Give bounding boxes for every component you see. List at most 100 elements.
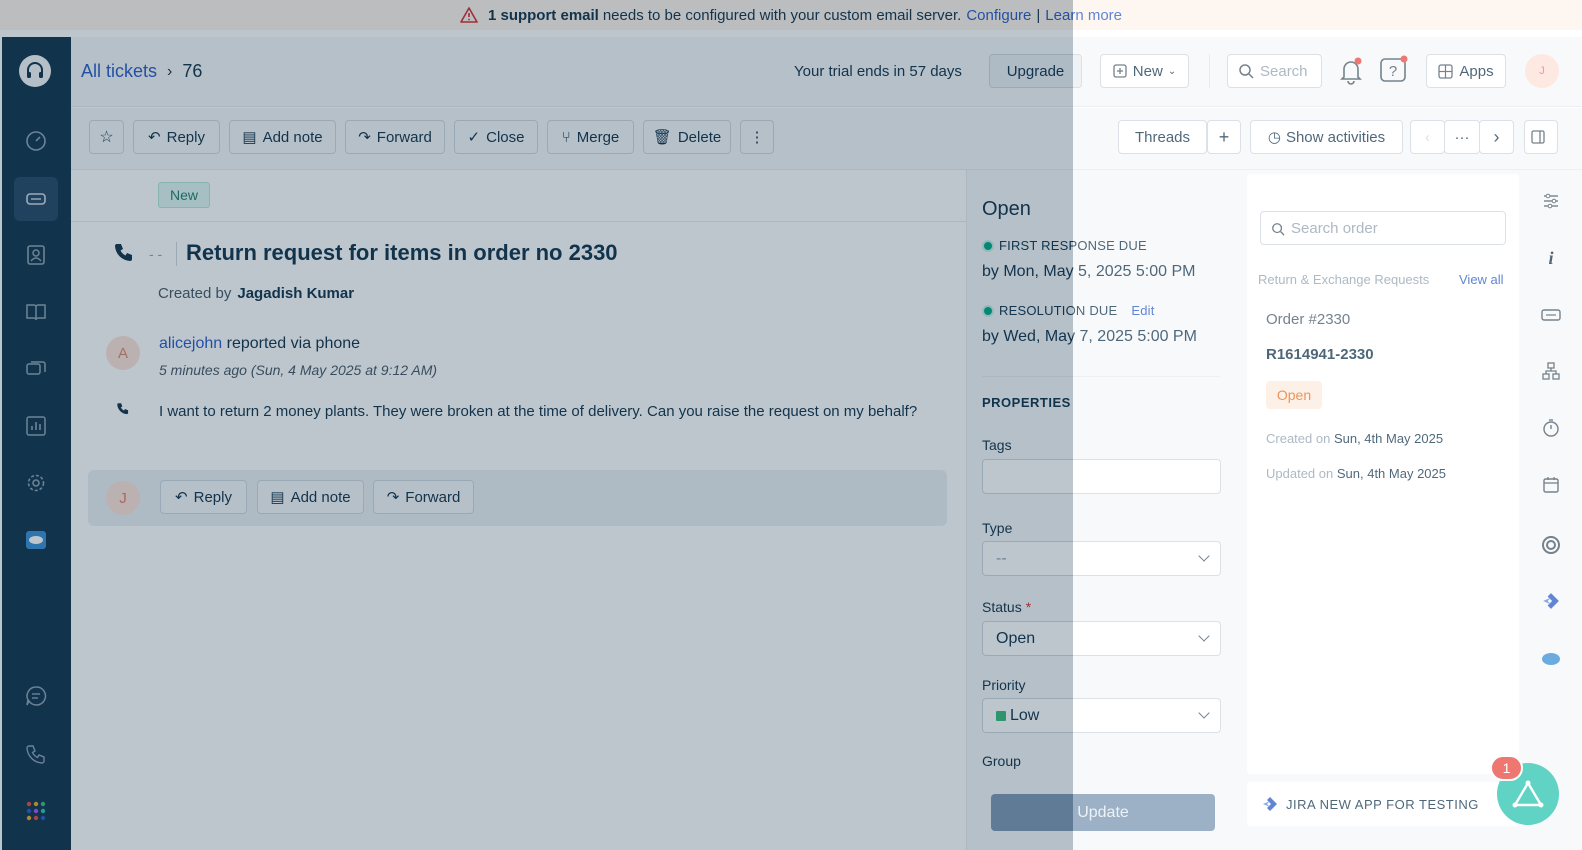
contacts-icon[interactable]	[14, 233, 58, 277]
inline-add-note-button[interactable]: ▤ Add note	[257, 480, 364, 514]
tags-input[interactable]	[982, 459, 1221, 494]
update-button[interactable]: Update	[991, 794, 1215, 831]
reply-button[interactable]: ↶ Reply	[133, 120, 220, 154]
more-actions-button[interactable]: ⋮	[740, 120, 774, 154]
chevron-right-icon: ›	[167, 62, 173, 80]
required-mark: *	[1025, 599, 1032, 615]
chevron-down-icon	[1198, 707, 1210, 719]
edit-due-link[interactable]: Edit	[1131, 303, 1154, 318]
settings-gear-icon[interactable]	[14, 461, 58, 505]
order-id[interactable]: R1614941-2330	[1266, 346, 1374, 363]
dashboard-icon[interactable]	[14, 119, 58, 163]
chat-icon[interactable]	[14, 674, 58, 718]
first-response-label: FIRST RESPONSE DUE	[982, 238, 1147, 253]
inline-forward-button[interactable]: ↷ Forward	[373, 480, 474, 514]
salesforce-rail-icon[interactable]	[1540, 648, 1562, 670]
threads-button[interactable]: Threads	[1118, 120, 1207, 154]
salesforce-app-icon[interactable]	[14, 518, 58, 562]
ticket-nav-more-button[interactable]: ···	[1444, 120, 1480, 154]
forward-button[interactable]: ↷ Forward	[345, 120, 445, 154]
chevron-down-icon: ⌄	[1167, 65, 1177, 77]
calendar-icon[interactable]	[1540, 474, 1562, 496]
trial-text: Your trial ends in 57 days	[794, 63, 962, 80]
chevron-left-icon: ‹	[1425, 128, 1430, 146]
knowledge-base-icon[interactable]	[14, 290, 58, 334]
note-icon: ▤	[270, 489, 285, 506]
timer-icon[interactable]	[1540, 417, 1562, 439]
status-select[interactable]: Open	[982, 621, 1221, 656]
new-button[interactable]: New ⌄	[1100, 54, 1189, 88]
logo-icon[interactable]	[19, 55, 51, 87]
created-label: Created by	[158, 285, 232, 302]
inline-reply-label: Reply	[193, 488, 232, 506]
add-note-button[interactable]: ▤ Add note	[229, 120, 336, 154]
type-select[interactable]: --	[982, 541, 1221, 576]
delete-button[interactable]: 🗑 Delete	[643, 120, 731, 154]
sidebar	[2, 37, 71, 850]
assistant-icon	[1512, 780, 1544, 808]
inline-forward-label: Forward	[405, 488, 461, 506]
banner-separator: |	[1036, 6, 1041, 24]
jira-app-header[interactable]: JIRA NEW APP FOR TESTING	[1247, 782, 1519, 826]
jira-rail-icon[interactable]	[1540, 590, 1562, 612]
apps-button[interactable]: Apps	[1426, 54, 1506, 88]
ticket-icon[interactable]	[1540, 304, 1562, 326]
author-name[interactable]: alicejohn	[159, 335, 222, 352]
help-icon[interactable]: ?	[1379, 55, 1409, 85]
view-all-link[interactable]: View all	[1459, 272, 1504, 287]
priority-select[interactable]: Low	[982, 698, 1221, 733]
show-activities-label: Show activities	[1285, 128, 1386, 146]
breadcrumb-all-tickets[interactable]: All tickets	[81, 61, 157, 82]
updated-on: Updated on Sun, 4th May 2025	[1266, 466, 1446, 481]
hierarchy-icon[interactable]	[1540, 360, 1562, 382]
integration-app-icon[interactable]	[1540, 534, 1562, 556]
toggle-panel-button[interactable]	[1524, 120, 1558, 154]
tickets-icon[interactable]	[14, 177, 58, 221]
message-time: 5 minutes ago (Sun, 4 May 2025 at 9:12 A…	[159, 362, 438, 378]
configure-link[interactable]: Configure	[966, 7, 1031, 24]
ticket-status-title: Open	[982, 198, 1031, 220]
status-label: Status *	[982, 599, 1031, 615]
status-label-text: Status	[982, 599, 1022, 615]
show-activities-button[interactable]: ◷ Show activities	[1250, 120, 1403, 154]
reply-icon: ↶	[175, 489, 188, 506]
filters-icon[interactable]	[1540, 190, 1562, 212]
created-by-name[interactable]: Jagadish Kumar	[237, 285, 354, 302]
merge-button[interactable]: ⑂ Merge	[547, 120, 634, 154]
forums-icon[interactable]	[14, 347, 58, 391]
search-order-placeholder: Search order	[1291, 219, 1378, 237]
star-button[interactable]: ☆	[89, 120, 124, 154]
created-on-value: Sun, 4th May 2025	[1333, 431, 1444, 446]
close-button[interactable]: ✓ Close	[454, 120, 538, 154]
plus-square-icon	[1113, 64, 1127, 78]
order-number: Order #2330	[1266, 311, 1351, 328]
jira-icon	[1263, 797, 1277, 811]
search-icon	[1239, 64, 1254, 79]
status-value: Open	[996, 629, 1036, 647]
note-icon: ▤	[242, 129, 257, 146]
learn-more-link[interactable]: Learn more	[1045, 7, 1122, 24]
user-avatar[interactable]: J	[1525, 54, 1559, 88]
warning-icon	[460, 7, 478, 23]
check-circle-icon: ✓	[467, 129, 481, 146]
info-icon[interactable]: i	[1540, 247, 1562, 269]
app-grid-icon[interactable]	[14, 789, 58, 833]
next-ticket-button[interactable]: ›	[1479, 120, 1514, 154]
reply-avatar: J	[106, 481, 140, 515]
upgrade-button[interactable]: Upgrade	[989, 54, 1082, 88]
banner-text: needs to be configured with your custom …	[602, 6, 962, 24]
sla-dot-icon	[982, 239, 994, 252]
app-panel: Search order Return & Exchange Requests …	[1238, 170, 1530, 850]
previous-ticket-button[interactable]: ‹	[1410, 120, 1445, 154]
tags-label: Tags	[982, 437, 1012, 453]
inline-reply-button[interactable]: ↶ Reply	[160, 480, 247, 514]
phone-icon[interactable]	[14, 732, 58, 776]
notifications-bell-icon[interactable]	[1338, 57, 1364, 85]
order-card: Search order Return & Exchange Requests …	[1247, 174, 1519, 774]
search-order-input[interactable]: Search order	[1260, 211, 1506, 245]
reports-icon[interactable]	[14, 404, 58, 448]
reply-icon: ↶	[148, 129, 161, 146]
add-thread-button[interactable]: +	[1207, 120, 1241, 154]
search-button[interactable]: Search	[1227, 54, 1322, 88]
panel-icon	[1531, 130, 1545, 144]
